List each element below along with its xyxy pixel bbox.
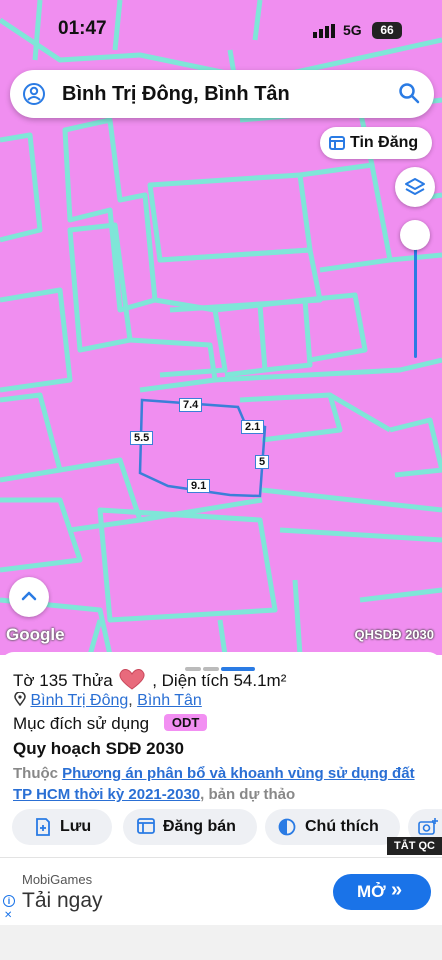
plan-suffix: , bản dự thảo <box>200 786 296 803</box>
ad-info-icon[interactable]: i <box>3 895 15 907</box>
add-photo-icon <box>418 818 438 835</box>
sheet-number-label: Tờ 135 Thửa <box>13 671 113 690</box>
legend-button[interactable]: Chú thích <box>265 809 400 845</box>
address-separator: , <box>128 692 138 709</box>
layers-icon <box>405 178 425 195</box>
dimension-left: 5.5 <box>130 431 154 445</box>
heart-icon <box>119 669 146 690</box>
ad-banner[interactable]: i ✕ MobiGames Tải ngay MỞ » <box>0 857 442 925</box>
plan-title: Quy hoạch SDĐ 2030 <box>13 739 185 758</box>
tin-dang-label: Tin Đăng <box>350 134 419 151</box>
ad-close-icon[interactable]: ✕ <box>4 910 12 921</box>
ad-text: Tải ngay <box>22 889 103 912</box>
ad-brand: MobiGames <box>22 872 93 887</box>
ad-open-button[interactable]: MỞ » <box>333 874 431 910</box>
network-type: 5G <box>343 22 362 38</box>
dimension-right: 5 <box>255 455 270 469</box>
opacity-slider-track[interactable] <box>414 238 417 358</box>
listing-icon <box>137 818 155 834</box>
user-location-icon[interactable] <box>22 82 46 106</box>
search-bar[interactable]: Bình Trị Đông, Bình Tân <box>10 70 434 118</box>
double-chevron-right-icon: » <box>391 879 403 901</box>
search-location-text[interactable]: Bình Trị Đông, Bình Tân <box>62 83 290 106</box>
district-link[interactable]: Bình Tân <box>137 692 202 709</box>
purpose-label: Mục đích sử dụng <box>13 714 150 733</box>
plan-prefix: Thuộc <box>13 765 63 782</box>
layers-button[interactable] <box>395 167 435 207</box>
ward-link[interactable]: Bình Trị Đông <box>30 692 128 709</box>
expand-sheet-button[interactable] <box>9 577 49 617</box>
tin-dang-button[interactable]: Tin Đăng <box>320 127 432 159</box>
dimension-bottom: 9.1 <box>187 479 211 493</box>
purpose-row: Mục đích sử dụng ODT <box>13 714 208 734</box>
bottom-strip <box>0 925 442 960</box>
status-bar: 01:47 5G 66 <box>0 16 442 46</box>
purpose-badge: ODT <box>163 714 208 731</box>
status-time: 01:47 <box>58 18 107 39</box>
contrast-icon <box>278 818 296 836</box>
parcel-info-sheet: Tờ 135 Thửa , Diện tích 54.1m² Bình Trị … <box>0 652 442 860</box>
post-sale-label: Đăng bán <box>163 818 236 835</box>
save-icon <box>36 818 50 836</box>
post-sale-button[interactable]: Đăng bán <box>123 809 257 845</box>
map-view[interactable]: 7.4 5.5 2.1 5 9.1 01:47 5G 66 Bình Trị Đ… <box>0 0 442 655</box>
dimension-top: 7.4 <box>179 398 203 412</box>
google-logo: Google <box>6 625 65 644</box>
dimension-right-top: 2.1 <box>241 420 265 434</box>
plan-description: Thuộc Phương án phân bổ và khoanh vùng s… <box>13 763 433 805</box>
save-button[interactable]: Lưu <box>12 809 112 845</box>
hide-ads-button[interactable]: TẮT QC <box>387 837 442 855</box>
legend-label: Chú thích <box>305 818 379 835</box>
opacity-slider-handle[interactable] <box>400 220 430 250</box>
ad-open-label: MỞ <box>357 882 386 901</box>
battery-icon: 66 <box>372 22 402 39</box>
area-label: , Diện tích 54.1m² <box>152 671 287 690</box>
map-layer-label: QHSDĐ 2030 <box>354 627 434 642</box>
parcel-title: Tờ 135 Thửa , Diện tích 54.1m² <box>13 667 286 691</box>
save-label: Lưu <box>60 818 92 835</box>
search-icon[interactable] <box>398 82 420 104</box>
address-line: Bình Trị Đông, Bình Tân <box>14 691 202 710</box>
location-pin-icon <box>14 691 26 707</box>
listing-icon <box>329 136 345 150</box>
chevron-up-icon <box>21 591 37 601</box>
signal-icon <box>313 24 335 38</box>
